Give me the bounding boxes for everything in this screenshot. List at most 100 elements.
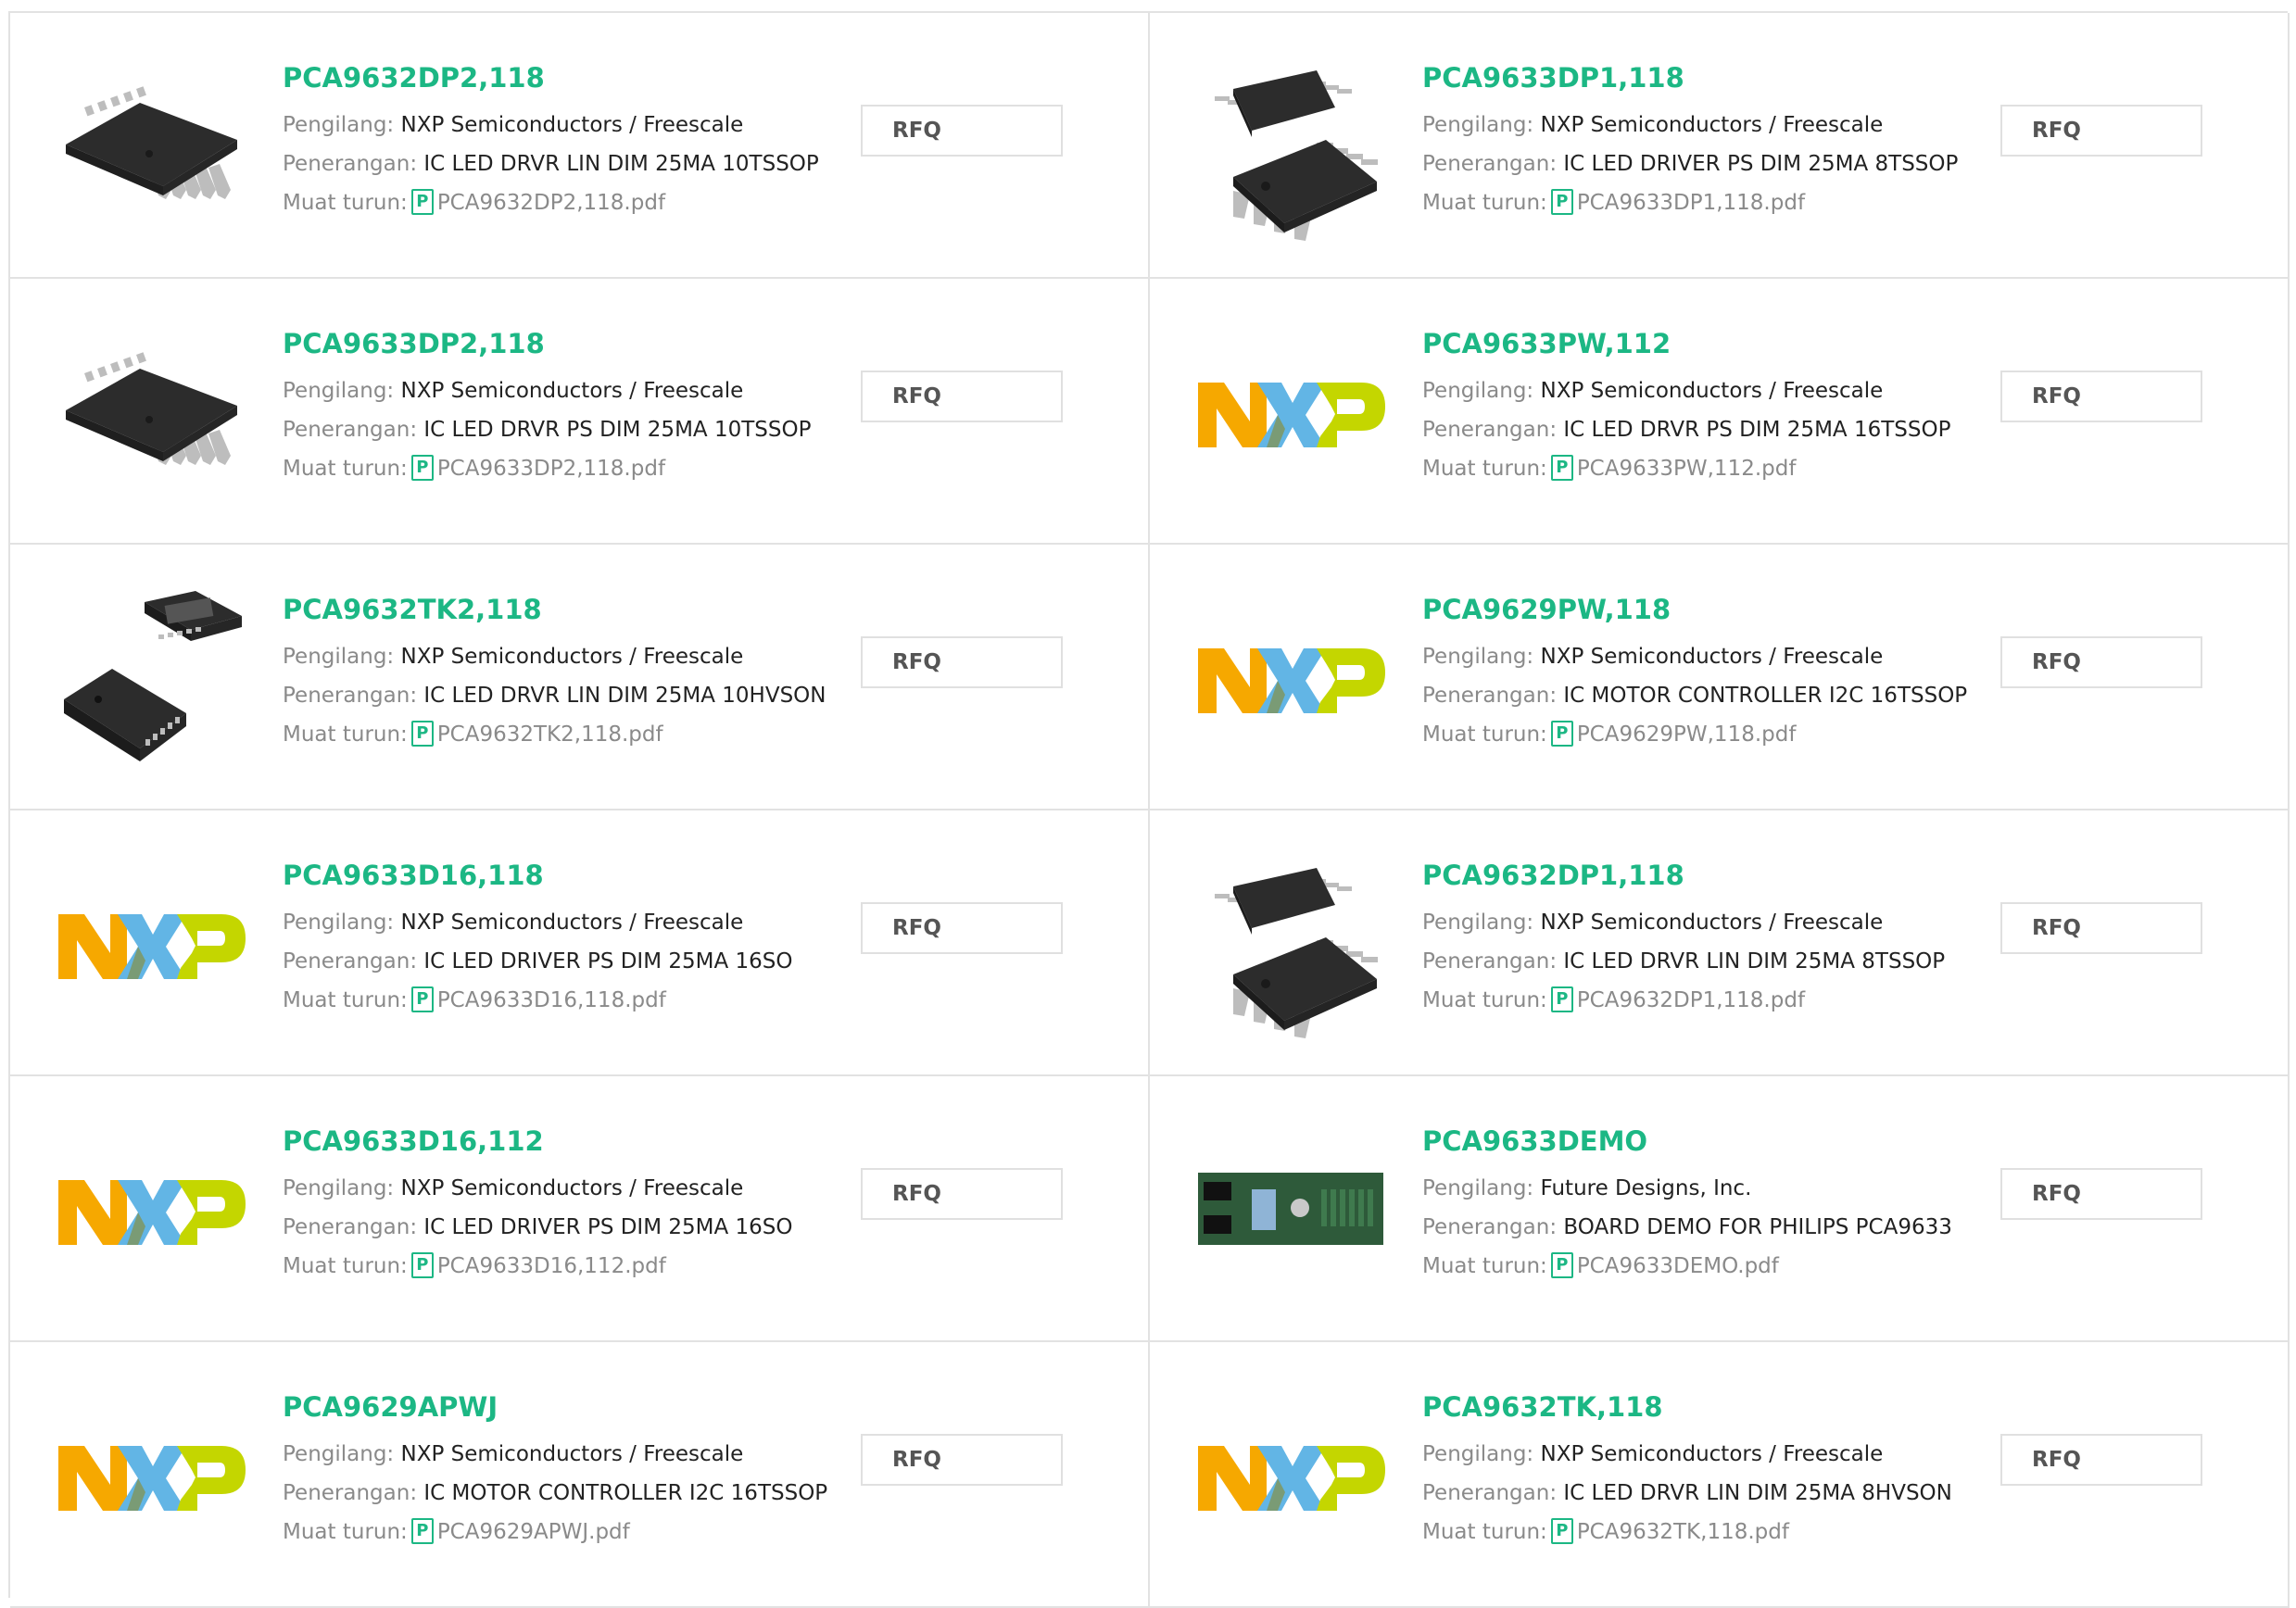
part-number-link[interactable]: PCA9629PW,118: [1422, 593, 1978, 626]
datasheet-link[interactable]: PCA9632DP1,118.pdf: [1577, 988, 1805, 1012]
rfq-button[interactable]: RFQ: [861, 105, 1063, 157]
datasheet-link[interactable]: PCA9633PW,112.pdf: [1577, 457, 1797, 481]
part-number-link[interactable]: PCA9632DP2,118: [283, 61, 839, 94]
pdf-icon[interactable]: P: [1550, 1251, 1573, 1278]
rfq-button[interactable]: RFQ: [861, 1168, 1063, 1220]
rfq-button[interactable]: RFQ: [2000, 902, 2202, 954]
rfq-button[interactable]: RFQ: [2000, 636, 2202, 688]
rfq-button[interactable]: RFQ: [861, 371, 1063, 422]
product-image[interactable]: [1196, 52, 1386, 242]
manufacturer-value: NXP Semiconductors / Freescale: [400, 1442, 744, 1466]
pdf-icon[interactable]: P: [1550, 986, 1573, 1012]
product-image[interactable]: [1196, 849, 1386, 1039]
part-number-link[interactable]: PCA9633PW,112: [1422, 327, 1978, 360]
datasheet-link[interactable]: PCA9633DP1,118.pdf: [1577, 191, 1805, 215]
manufacturer-row: Pengilang: NXP Semiconductors / Freescal…: [283, 1169, 839, 1208]
product-image[interactable]: [57, 849, 246, 1039]
description-row: Penerangan: BOARD DEMO FOR PHILIPS PCA96…: [1422, 1208, 1978, 1247]
part-number-link[interactable]: PCA9632DP1,118: [1422, 859, 1978, 892]
product-card-pca9633d16-112: PCA9633D16,112 Pengilang: NXP Semiconduc…: [10, 1076, 1150, 1342]
manufacturer-label: Pengilang:: [283, 911, 395, 935]
product-image[interactable]: [1196, 1381, 1386, 1571]
datasheet-link[interactable]: PCA9632DP2,118.pdf: [437, 191, 665, 215]
download-row: Muat turun: P PCA9632DP2,118.pdf: [283, 183, 839, 222]
datasheet-link[interactable]: PCA9632TK,118.pdf: [1577, 1520, 1789, 1544]
datasheet-link[interactable]: PCA9633D16,112.pdf: [437, 1254, 666, 1278]
product-image[interactable]: [1196, 584, 1386, 773]
product-image[interactable]: [57, 584, 246, 773]
rfq-button[interactable]: RFQ: [2000, 371, 2202, 422]
nxp-logo: [58, 914, 246, 979]
rfq-button[interactable]: RFQ: [861, 902, 1063, 954]
part-number-link[interactable]: PCA9633D16,112: [283, 1124, 839, 1158]
manufacturer-row: Pengilang: NXP Semiconductors / Freescal…: [1422, 637, 1978, 676]
pdf-icon[interactable]: P: [410, 188, 434, 215]
product-info: PCA9633DP1,118 Pengilang: NXP Semiconduc…: [1422, 61, 1978, 222]
manufacturer-row: Pengilang: NXP Semiconductors / Freescal…: [1422, 106, 1978, 144]
manufacturer-label: Pengilang:: [1422, 911, 1534, 935]
part-number-link[interactable]: PCA9629APWJ: [283, 1390, 839, 1424]
product-info: PCA9633D16,112 Pengilang: NXP Semiconduc…: [283, 1124, 839, 1286]
datasheet-link[interactable]: PCA9629PW,118.pdf: [1577, 722, 1797, 747]
part-number-link[interactable]: PCA9632TK2,118: [283, 593, 839, 626]
rfq-button[interactable]: RFQ: [2000, 105, 2202, 157]
pdf-icon[interactable]: P: [1550, 188, 1573, 215]
nxp-logo: [58, 1180, 246, 1245]
manufacturer-value: NXP Semiconductors / Freescale: [400, 911, 744, 935]
manufacturer-label: Pengilang:: [1422, 379, 1534, 403]
product-card-pca9632tk2-118: PCA9632TK2,118 Pengilang: NXP Semiconduc…: [10, 545, 1150, 810]
manufacturer-label: Pengilang:: [283, 1442, 395, 1466]
datasheet-link[interactable]: PCA9632TK2,118.pdf: [437, 722, 663, 747]
part-number-link[interactable]: PCA9633DP2,118: [283, 327, 839, 360]
product-card-pca9633dp1-118: PCA9633DP1,118 Pengilang: NXP Semiconduc…: [1150, 13, 2290, 279]
manufacturer-value: NXP Semiconductors / Freescale: [1540, 645, 1884, 669]
description-value: IC MOTOR CONTROLLER I2C 16TSSOP: [423, 1481, 828, 1505]
tssop10-chip-image: [66, 352, 237, 465]
product-image[interactable]: [1196, 1115, 1386, 1305]
product-image[interactable]: [57, 1115, 246, 1305]
nxp-logo-mark: [1198, 383, 1385, 447]
pdf-icon[interactable]: P: [1550, 1517, 1573, 1544]
datasheet-link[interactable]: PCA9633D16,118.pdf: [437, 988, 666, 1012]
part-number-link[interactable]: PCA9632TK,118: [1422, 1390, 1978, 1424]
rfq-button[interactable]: RFQ: [861, 1434, 1063, 1486]
download-label: Muat turun:: [283, 1254, 408, 1278]
part-number-link[interactable]: PCA9633DEMO: [1422, 1124, 1978, 1158]
description-row: Penerangan: IC MOTOR CONTROLLER I2C 16TS…: [1422, 676, 1978, 715]
product-card-pca9633pw-112: PCA9633PW,112 Pengilang: NXP Semiconduct…: [1150, 279, 2290, 545]
rfq-button[interactable]: RFQ: [2000, 1168, 2202, 1220]
rfq-button[interactable]: RFQ: [861, 636, 1063, 688]
download-row: Muat turun: P PCA9632DP1,118.pdf: [1422, 981, 1978, 1020]
pdf-icon[interactable]: P: [410, 1517, 434, 1544]
pdf-icon[interactable]: P: [410, 454, 434, 481]
description-label: Penerangan:: [1422, 684, 1558, 708]
product-info: PCA9629PW,118 Pengilang: NXP Semiconduct…: [1422, 593, 1978, 754]
pdf-icon[interactable]: P: [1550, 454, 1573, 481]
pdf-icon[interactable]: P: [410, 720, 434, 747]
download-label: Muat turun:: [283, 722, 408, 747]
manufacturer-value: NXP Semiconductors / Freescale: [400, 379, 744, 403]
manufacturer-row: Pengilang: NXP Semiconductors / Freescal…: [1422, 371, 1978, 410]
pdf-icon[interactable]: P: [410, 986, 434, 1012]
product-image[interactable]: [1196, 318, 1386, 508]
download-label: Muat turun:: [283, 988, 408, 1012]
rfq-button[interactable]: RFQ: [2000, 1434, 2202, 1486]
description-row: Penerangan: IC LED DRVR LIN DIM 25MA 8TS…: [1422, 942, 1978, 981]
description-value: IC LED DRVR LIN DIM 25MA 8TSSOP: [1563, 949, 1946, 974]
datasheet-link[interactable]: PCA9633DEMO.pdf: [1577, 1254, 1779, 1278]
description-label: Penerangan:: [283, 949, 418, 974]
datasheet-link[interactable]: PCA9629APWJ.pdf: [437, 1520, 630, 1544]
product-image[interactable]: [57, 52, 246, 242]
description-value: BOARD DEMO FOR PHILIPS PCA9633: [1563, 1215, 1952, 1239]
product-card-pca9632dp2-118: PCA9632DP2,118 Pengilang: NXP Semiconduc…: [10, 13, 1150, 279]
pdf-icon[interactable]: P: [410, 1251, 434, 1278]
product-image[interactable]: [57, 1381, 246, 1571]
product-image[interactable]: [57, 318, 246, 508]
description-label: Penerangan:: [283, 418, 418, 442]
part-number-link[interactable]: PCA9633D16,118: [283, 859, 839, 892]
datasheet-link[interactable]: PCA9633DP2,118.pdf: [437, 457, 665, 481]
download-label: Muat turun:: [1422, 457, 1547, 481]
part-number-link[interactable]: PCA9633DP1,118: [1422, 61, 1978, 94]
nxp-logo: [1198, 383, 1385, 447]
pdf-icon[interactable]: P: [1550, 720, 1573, 747]
